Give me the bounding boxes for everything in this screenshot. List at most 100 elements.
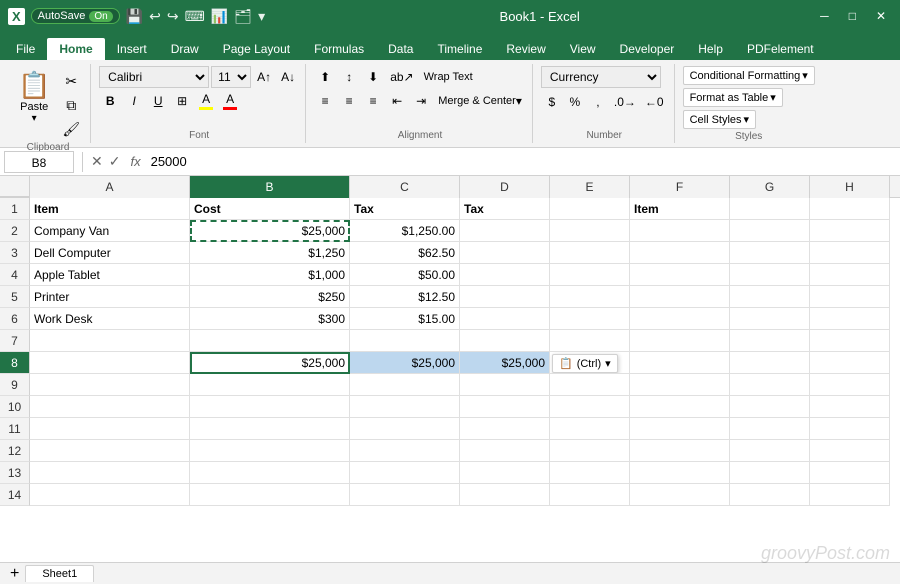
cell-g1[interactable] xyxy=(730,198,810,220)
tab-draw[interactable]: Draw xyxy=(159,38,211,60)
col-header-e[interactable]: E xyxy=(550,176,630,198)
cut-button[interactable]: ✂ xyxy=(58,70,84,92)
cell-h12[interactable] xyxy=(810,440,890,462)
row-header-5[interactable]: 5 xyxy=(0,286,30,308)
cell-c11[interactable] xyxy=(350,418,460,440)
cell-c2[interactable]: $1,250.00 xyxy=(350,220,460,242)
cell-g6[interactable] xyxy=(730,308,810,330)
cell-e13[interactable] xyxy=(550,462,630,484)
tab-insert[interactable]: Insert xyxy=(105,38,159,60)
cell-d3[interactable] xyxy=(460,242,550,264)
paste-tooltip[interactable]: 📋 (Ctrl) ▾ xyxy=(552,354,618,373)
cell-a9[interactable] xyxy=(30,374,190,396)
cell-d2[interactable] xyxy=(460,220,550,242)
copy-button[interactable]: ⧉ xyxy=(58,94,84,116)
cell-h3[interactable] xyxy=(810,242,890,264)
cell-c9[interactable] xyxy=(350,374,460,396)
select-all-button[interactable] xyxy=(0,176,30,197)
row-header-3[interactable]: 3 xyxy=(0,242,30,264)
cell-b4[interactable]: $1,000 xyxy=(190,264,350,286)
cell-g4[interactable] xyxy=(730,264,810,286)
decrease-decimal-button[interactable]: ←0 xyxy=(641,91,668,113)
cell-h11[interactable] xyxy=(810,418,890,440)
format-table-button[interactable]: Format as Table▾ xyxy=(683,88,783,107)
cell-b10[interactable] xyxy=(190,396,350,418)
cell-b6[interactable]: $300 xyxy=(190,308,350,330)
tab-file[interactable]: File xyxy=(4,38,47,60)
decrease-indent-button[interactable]: ⇤ xyxy=(386,90,408,112)
cell-g12[interactable] xyxy=(730,440,810,462)
cell-d11[interactable] xyxy=(460,418,550,440)
cell-b5[interactable]: $250 xyxy=(190,286,350,308)
row-header-6[interactable]: 6 xyxy=(0,308,30,330)
tab-developer[interactable]: Developer xyxy=(608,38,687,60)
cell-g2[interactable] xyxy=(730,220,810,242)
cell-a4[interactable]: Apple Tablet xyxy=(30,264,190,286)
increase-decimal-button[interactable]: .0→ xyxy=(610,91,640,113)
cell-a3[interactable]: Dell Computer xyxy=(30,242,190,264)
cell-e12[interactable] xyxy=(550,440,630,462)
maximize-icon[interactable]: □ xyxy=(843,9,862,23)
cell-b1[interactable]: Cost xyxy=(190,198,350,220)
fill-color-button[interactable]: A xyxy=(195,90,217,112)
row-header-2[interactable]: 2 xyxy=(0,220,30,242)
cell-g13[interactable] xyxy=(730,462,810,484)
minimize-icon[interactable]: ─ xyxy=(814,9,835,23)
cell-g14[interactable] xyxy=(730,484,810,506)
col-header-h[interactable]: H xyxy=(810,176,890,198)
data-icon[interactable]: 🗂 xyxy=(234,8,252,25)
row-header-7[interactable]: 7 xyxy=(0,330,30,352)
cell-c5[interactable]: $12.50 xyxy=(350,286,460,308)
cell-g8[interactable] xyxy=(730,352,810,374)
cell-d12[interactable] xyxy=(460,440,550,462)
merge-center-button[interactable]: Merge & Center▾ xyxy=(434,90,526,112)
align-top-button[interactable]: ⬆ xyxy=(314,66,336,88)
cell-f7[interactable] xyxy=(630,330,730,352)
customize-icon[interactable]: ⌨ xyxy=(185,8,205,25)
cell-d8[interactable]: $25,000 xyxy=(460,352,550,374)
align-bottom-button[interactable]: ⬇ xyxy=(362,66,384,88)
font-name-select[interactable]: Calibri xyxy=(99,66,209,88)
cell-e2[interactable] xyxy=(550,220,630,242)
tab-view[interactable]: View xyxy=(558,38,608,60)
cell-h10[interactable] xyxy=(810,396,890,418)
cell-c4[interactable]: $50.00 xyxy=(350,264,460,286)
cell-a10[interactable] xyxy=(30,396,190,418)
cell-f6[interactable] xyxy=(630,308,730,330)
cell-c3[interactable]: $62.50 xyxy=(350,242,460,264)
tab-help[interactable]: Help xyxy=(686,38,735,60)
cell-a5[interactable]: Printer xyxy=(30,286,190,308)
redo-icon[interactable]: ↪ xyxy=(167,8,179,25)
cell-f4[interactable] xyxy=(630,264,730,286)
border-button[interactable]: ⊞ xyxy=(171,90,193,112)
tab-home[interactable]: Home xyxy=(47,38,104,60)
tab-data[interactable]: Data xyxy=(376,38,425,60)
cell-g9[interactable] xyxy=(730,374,810,396)
increase-indent-button[interactable]: ⇥ xyxy=(410,90,432,112)
tab-formulas[interactable]: Formulas xyxy=(302,38,376,60)
formula-cancel-icon[interactable]: ✕ xyxy=(91,153,103,170)
row-header-11[interactable]: 11 xyxy=(0,418,30,440)
increase-font-button[interactable]: A↑ xyxy=(253,66,275,88)
cell-e3[interactable] xyxy=(550,242,630,264)
cell-h9[interactable] xyxy=(810,374,890,396)
cell-h4[interactable] xyxy=(810,264,890,286)
cell-f5[interactable] xyxy=(630,286,730,308)
cell-h7[interactable] xyxy=(810,330,890,352)
cell-a7[interactable] xyxy=(30,330,190,352)
bold-button[interactable]: B xyxy=(99,90,121,112)
tab-timeline[interactable]: Timeline xyxy=(425,38,494,60)
align-left-button[interactable]: ≡ xyxy=(314,90,336,112)
cell-c6[interactable]: $15.00 xyxy=(350,308,460,330)
accounting-button[interactable]: $ xyxy=(541,91,563,113)
cell-b14[interactable] xyxy=(190,484,350,506)
row-header-14[interactable]: 14 xyxy=(0,484,30,506)
cell-a1[interactable]: Item xyxy=(30,198,190,220)
cell-c14[interactable] xyxy=(350,484,460,506)
cell-f2[interactable] xyxy=(630,220,730,242)
font-size-select[interactable]: 11 xyxy=(211,66,251,88)
cell-c1[interactable]: Tax xyxy=(350,198,460,220)
row-header-8[interactable]: 8 xyxy=(0,352,30,374)
cell-d5[interactable] xyxy=(460,286,550,308)
cell-e6[interactable] xyxy=(550,308,630,330)
